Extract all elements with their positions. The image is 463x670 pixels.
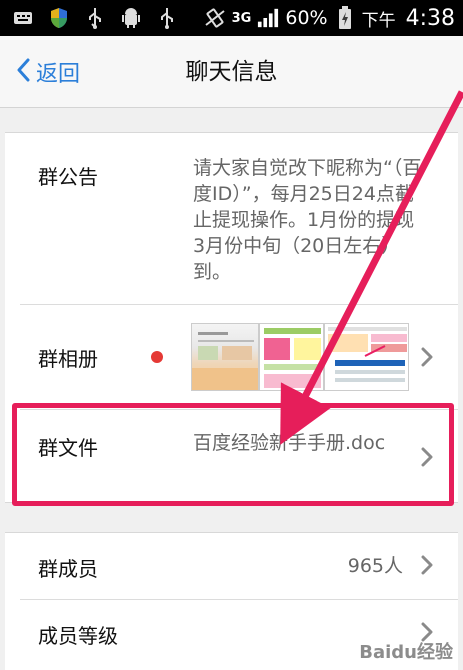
row-group-notice[interactable]: 群公告 请大家自觉改下昵称为“（百度ID）”，每月25日24点截止提现操作。1月… [5,133,458,303]
battery-charging-icon [334,6,356,29]
row-label: 群文件 [38,436,98,460]
album-photo [259,323,324,391]
vibrate-icon [204,7,226,29]
chevron-right-icon [421,555,433,575]
chevron-right-icon [421,447,433,467]
nav-bar: 返回 聊天信息 [0,36,463,108]
row-label: 成员等级 [38,624,118,648]
status-bar: 3G 60% 下午 4:38 [0,0,463,36]
files-value: 百度经验新手手册.doc [193,432,386,454]
album-photo [191,323,259,391]
new-badge-dot [151,351,163,363]
row-group-album[interactable]: 群相册 [5,305,458,409]
keyboard-icon [12,7,34,29]
album-photo [324,323,409,391]
battery-percent: 60% [285,7,328,29]
notice-text: 请大家自觉改下昵称为“（百度ID）”，每月25日24点截止提现操作。1月份的提现… [193,157,422,283]
time-ampm: 下午 [361,10,396,31]
shield-icon [48,7,70,29]
signal-icon [257,7,279,29]
watermark: Baidu经验 [359,642,453,663]
screen: 3G 60% 下午 4:38 返回 聊天信息 群公告 请大家自觉改下昵称为“（百… [0,0,463,670]
row-label: 群相册 [38,347,98,371]
usb-icon [84,7,106,29]
row-label: 群公告 [38,165,98,189]
chevron-right-icon [421,347,433,367]
member-count: 965人 [347,555,403,577]
row-group-files[interactable]: 群文件 百度经验新手手册.doc [5,410,458,504]
row-label: 群成员 [38,557,98,581]
album-thumbnails [191,323,409,391]
android-debug-icon [120,7,142,29]
network-type-label: 3G [231,10,252,26]
clock: 4:38 [405,5,455,31]
page-title: 聊天信息 [185,59,278,85]
group-info: 群公告 请大家自觉改下昵称为“（百度ID）”，每月25日24点截止提现操作。1月… [5,132,458,503]
usb-icon [156,7,178,29]
row-group-members[interactable]: 群成员 965人 [5,533,458,599]
